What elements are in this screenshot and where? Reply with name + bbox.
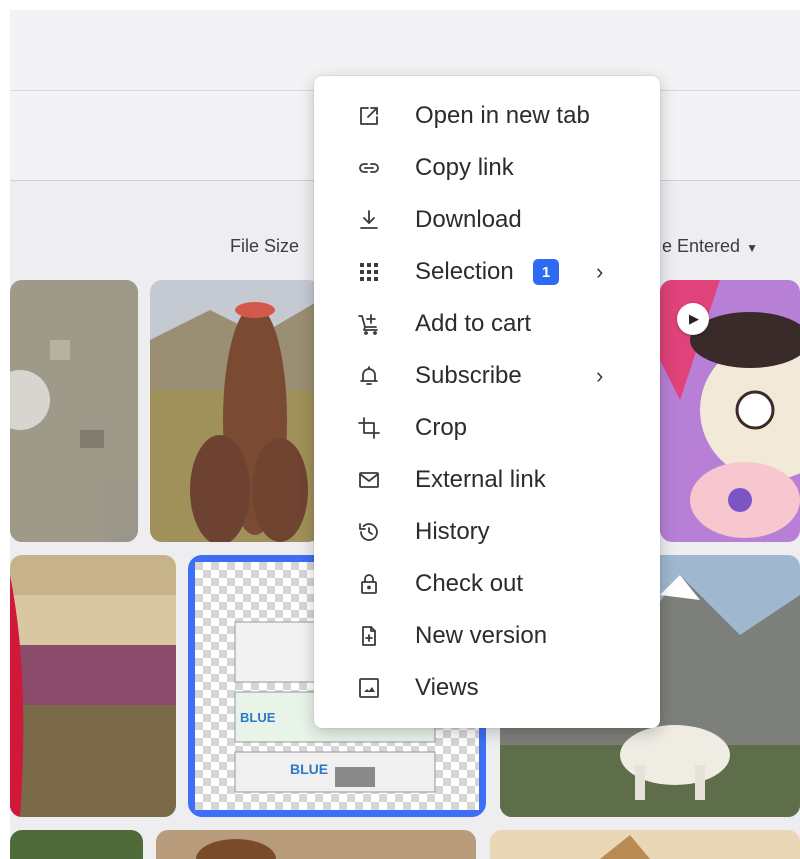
menu-item-label: Check out	[415, 570, 524, 597]
menu-item-label: Copy link	[415, 154, 514, 181]
menu-item-open-in-new-tab[interactable]: Open in new tab	[314, 90, 660, 142]
sort-file-size[interactable]: File Size	[230, 236, 299, 257]
menu-item-history[interactable]: History	[314, 506, 660, 558]
svg-text:BLUE: BLUE	[240, 710, 276, 725]
menu-item-label: Add to cart	[415, 310, 532, 337]
context-menu: Open in new tab Copy link Download Selec…	[314, 76, 660, 728]
menu-item-check-out[interactable]: Check out	[314, 558, 660, 610]
download-icon	[354, 205, 384, 235]
asset-thumbnail-cactus[interactable]	[150, 280, 320, 542]
caret-down-icon: ▼	[746, 241, 758, 255]
menu-item-label: Subscribe	[415, 362, 522, 389]
grid-icon	[354, 257, 384, 287]
menu-item-views[interactable]: Views	[314, 662, 660, 714]
menu-item-label: History	[415, 518, 490, 545]
menu-item-external-link[interactable]: External link	[314, 454, 660, 506]
menu-item-label: Open in new tab	[415, 102, 590, 129]
bell-icon	[354, 361, 384, 391]
open-in-new-tab-icon	[354, 101, 384, 131]
menu-item-label: External link	[415, 466, 546, 493]
menu-item-copy-link[interactable]: Copy link	[314, 142, 660, 194]
menu-item-label: Crop	[415, 414, 468, 441]
play-icon[interactable]: ▶	[677, 303, 709, 335]
asset-thumbnail-dog[interactable]	[156, 830, 476, 859]
envelope-icon	[354, 465, 384, 495]
menu-item-new-version[interactable]: New version	[314, 610, 660, 662]
asset-thumbnail-fox[interactable]	[490, 830, 800, 859]
chevron-right-icon: ›	[596, 363, 604, 388]
menu-item-subscribe[interactable]: Subscribe ›	[314, 350, 660, 402]
asset-thumbnail-foliage[interactable]	[10, 830, 143, 859]
menu-item-label: Selection	[415, 258, 514, 285]
selection-count-badge: 1	[533, 259, 559, 285]
history-icon	[354, 517, 384, 547]
crop-icon	[354, 413, 384, 443]
menu-item-add-to-cart[interactable]: Add to cart	[314, 298, 660, 350]
sort-date-entered[interactable]: e Entered ▼	[662, 236, 758, 257]
menu-item-label: Views	[415, 674, 479, 701]
lock-icon	[354, 569, 384, 599]
file-plus-icon	[354, 621, 384, 651]
asset-thumbnail-landscape[interactable]	[10, 555, 176, 817]
menu-item-label: New version	[415, 622, 548, 649]
menu-item-crop[interactable]: Crop	[314, 402, 660, 454]
chevron-right-icon: ›	[596, 259, 604, 284]
menu-item-label: Download	[415, 206, 522, 233]
svg-text:BLUE: BLUE	[290, 761, 328, 777]
add-to-cart-icon	[354, 309, 384, 339]
menu-item-selection[interactable]: Selection 1 ›	[314, 246, 660, 298]
link-icon	[354, 153, 384, 183]
asset-thumbnail-gravel[interactable]	[10, 280, 138, 542]
menu-item-download[interactable]: Download	[314, 194, 660, 246]
image-icon	[354, 673, 384, 703]
